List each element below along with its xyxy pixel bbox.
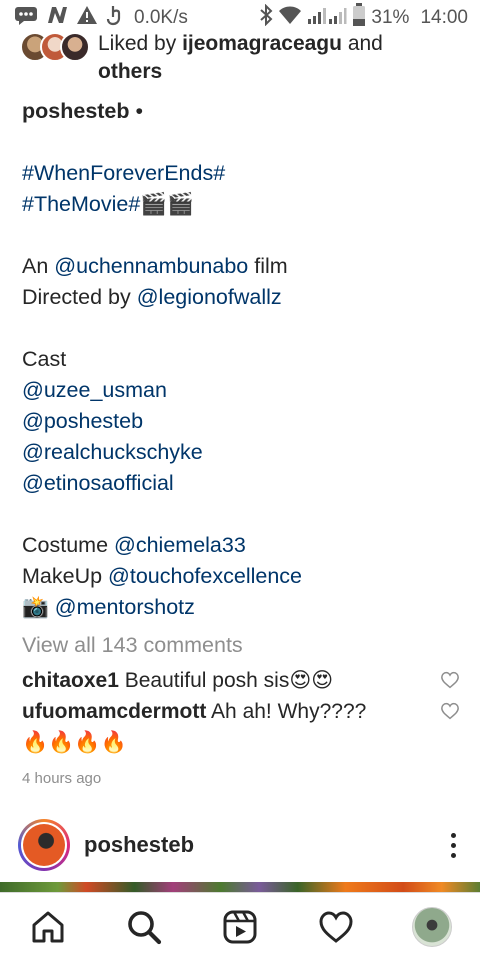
mention-link[interactable]: @etinosaofficial <box>22 471 174 495</box>
film-prefix: An <box>22 254 55 278</box>
comment-username[interactable]: chitaoxe1 <box>22 669 119 692</box>
data-saver-icon <box>106 4 126 32</box>
mention-link[interactable]: @uchennambunabo <box>54 254 248 278</box>
likes-text: Liked by ijeomagraceagu and others <box>98 30 383 86</box>
makeup-prefix: MakeUp <box>22 564 109 588</box>
warning-icon <box>76 5 98 31</box>
comment-username[interactable]: ufuomamcdermott <box>22 700 206 723</box>
comment: chitaoxe1 Beautiful posh sis😍😍 <box>22 665 460 696</box>
likes-conjunction: and <box>347 32 383 55</box>
reels-icon[interactable] <box>216 903 264 951</box>
network-speed: 0.0K/s <box>134 7 188 28</box>
status-left: 0.0K/s <box>14 4 188 32</box>
likes-others[interactable]: others <box>98 60 162 83</box>
likes-row[interactable]: Liked by ijeomagraceagu and others <box>20 30 458 90</box>
mention-link[interactable]: @legionofwallz <box>137 285 282 309</box>
wifi-icon <box>278 5 302 31</box>
costume-prefix: Costume <box>22 533 115 557</box>
bottom-nav <box>0 892 480 961</box>
search-icon[interactable] <box>120 903 168 951</box>
caption-header: poshesteb • <box>22 96 458 127</box>
mention-link[interactable]: @realchuckschyke <box>22 440 203 464</box>
ring-inner <box>21 822 67 868</box>
next-post-header: poshesteb <box>18 818 462 872</box>
home-icon[interactable] <box>24 903 72 951</box>
heart-icon[interactable] <box>440 671 460 689</box>
bluetooth-icon <box>259 3 273 32</box>
post-username[interactable]: poshesteb <box>84 832 194 858</box>
directed-prefix: Directed by <box>22 285 137 309</box>
status-right: 31% 14:00 <box>259 3 468 33</box>
heart-icon[interactable] <box>440 702 460 720</box>
post-details: Liked by ijeomagraceagu and others poshe… <box>20 30 460 787</box>
message-icon <box>14 5 38 31</box>
battery-percent: 31% <box>371 7 410 28</box>
liker-avatars <box>20 32 98 64</box>
mention-link[interactable]: @mentorshotz <box>55 595 195 619</box>
view-all-comments-link[interactable]: View all 143 comments <box>22 633 458 665</box>
likes-prefix: Liked by <box>98 32 177 55</box>
avatar <box>412 907 452 947</box>
comment-text-line2: 🔥🔥🔥🔥 <box>22 731 127 754</box>
caption: poshesteb • #WhenForeverEnds# #TheMovie#🎬🎬… <box>22 96 458 623</box>
profile-icon[interactable] <box>408 903 456 951</box>
caption-dot: • <box>129 99 144 123</box>
more-options-icon[interactable] <box>448 832 458 858</box>
mention-link[interactable]: @uzee_usman <box>22 378 167 402</box>
avatar <box>23 824 65 866</box>
n-icon <box>46 5 68 31</box>
cast-heading: Cast <box>22 347 67 371</box>
battery-icon <box>352 3 366 33</box>
mention-link[interactable]: @chiemela33 <box>114 533 246 557</box>
caption-username[interactable]: poshesteb <box>22 99 130 123</box>
story-ring[interactable] <box>18 819 70 871</box>
mention-link[interactable]: @poshesteb <box>22 409 143 433</box>
liker-username[interactable]: ijeomagraceagu <box>182 32 342 55</box>
clock: 14:00 <box>420 7 468 28</box>
comment-text: Ah ah! Why???? <box>211 700 367 723</box>
hashtag-link[interactable]: #TheMovie# <box>22 192 140 216</box>
heart-icon[interactable] <box>312 903 360 951</box>
post-image-preview <box>0 882 480 892</box>
signal-icon <box>307 5 347 31</box>
comment-text: Beautiful posh sis😍😍 <box>124 669 334 692</box>
hashtag-link[interactable]: #WhenForeverEnds# <box>22 161 225 185</box>
film-suffix: film <box>248 254 288 278</box>
camera-emoji: 📸 <box>22 595 55 619</box>
post-timestamp: 4 hours ago <box>22 770 102 787</box>
comment: ufuomamcdermott Ah ah! Why???? 🔥🔥🔥🔥 <box>22 696 460 758</box>
mention-link[interactable]: @touchofexcellence <box>108 564 302 588</box>
avatar <box>60 32 90 62</box>
clapper-emoji: 🎬🎬 <box>140 192 194 216</box>
